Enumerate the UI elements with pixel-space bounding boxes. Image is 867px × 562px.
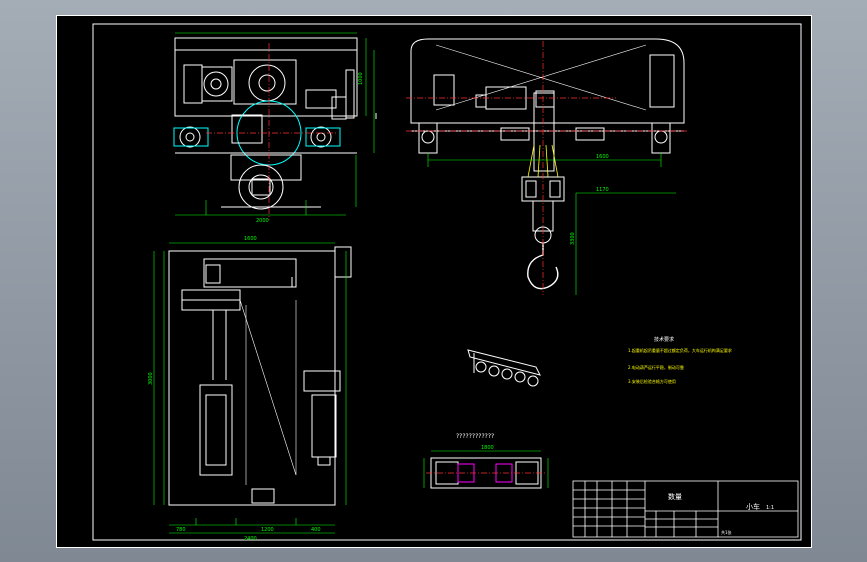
small-detail-dims [423,450,549,488]
notes-line-1: 1.起重机起吊重量不超过额定负荷，大车运行机构满足要求 [628,347,732,353]
dim-side-h: 1000 [358,72,364,85]
dim-bottom-b: 1200 [261,527,274,533]
technical-notes: 技术要求 1.起重机起吊重量不超过额定负荷，大车运行机构满足要求 2.电动葫芦运… [628,336,732,384]
dim-wheel-base: 1600 [596,154,609,160]
dim-left-total: 3000 [148,372,154,385]
dim-bottom-a: 780 [176,527,186,533]
title-block-col-label: 数量 [668,492,682,501]
title-block-scale: 1:1 [766,505,774,511]
inner-border [92,23,802,541]
trolley-plan-view [168,246,352,506]
cad-viewport: 2000 1000 1600 780 1200 400 2400 3000 16… [0,0,867,562]
drawing-sheet: 2000 1000 1600 780 1200 400 2400 3000 16… [56,15,812,548]
detail-label: ???????????? [456,433,494,440]
notes-heading: 技术要求 [654,336,674,343]
notes-line-3: 3.安装后检验合格方可使用 [628,378,676,384]
drawing-canvas: 2000 1000 1600 780 1200 400 2400 3000 16… [56,15,812,548]
title-block-sheet: 共1张 [721,529,732,535]
dim-top-span: 2000 [256,218,269,224]
dim-plan-center: 1170 [596,187,609,193]
side-view-dimensions [427,153,676,295]
dim-bottom-c: 400 [311,527,321,533]
notes-line-2: 2.电动葫芦运行平稳，制动可靠 [628,364,684,370]
title-block [572,480,799,538]
dim-plan-left: 1600 [244,236,257,242]
dim-detail-w: 1800 [481,445,494,451]
dim-hook-height: 3300 [570,232,576,245]
wheel-detail-iso [467,349,541,387]
dim-bottom-total: 2400 [244,536,257,542]
title-block-drawing-name: 小车 [746,502,760,511]
trolley-front-view [173,37,377,210]
